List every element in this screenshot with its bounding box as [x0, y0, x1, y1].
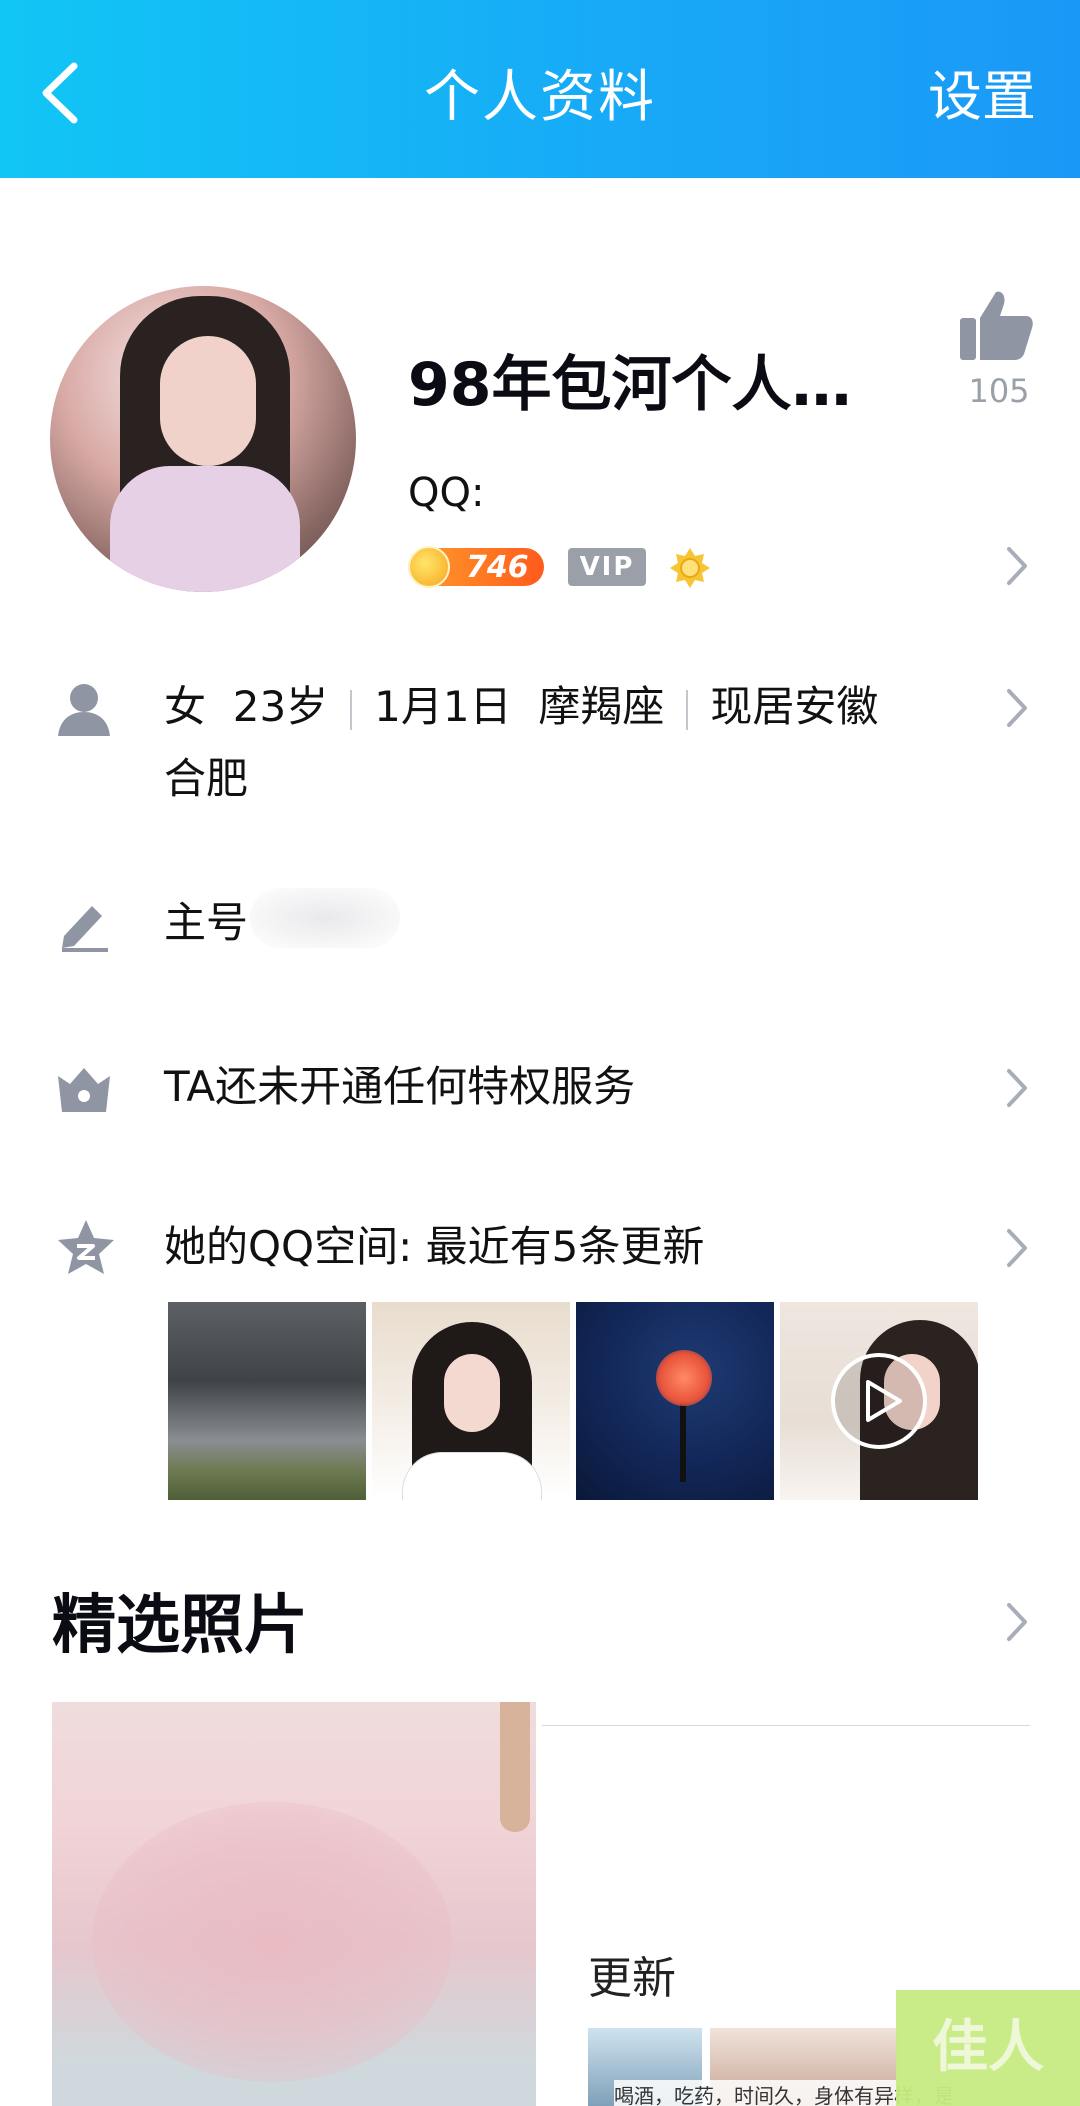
- zodiac-text: 摩羯座: [538, 682, 665, 731]
- title-bar: 个人资料 设置: [0, 0, 1080, 178]
- main-account-text: 主号: [164, 898, 249, 947]
- qzone-thumbnail[interactable]: [576, 1302, 774, 1500]
- qq-number-label: QQ:: [408, 470, 485, 516]
- like-count: 105: [968, 372, 1030, 410]
- qzone-thumbnails: [168, 1302, 978, 1500]
- thumbs-up-icon: [960, 291, 1033, 360]
- location-text: 现居安徽: [710, 682, 879, 731]
- age-text: 23岁: [232, 682, 329, 731]
- screenshot-top-bar: [542, 1702, 1030, 1726]
- coin-badge[interactable]: 746: [408, 546, 544, 588]
- coin-icon: [408, 546, 450, 588]
- featured-photo[interactable]: [52, 1702, 536, 2106]
- page-title: 个人资料: [424, 65, 656, 130]
- sun-level-icon[interactable]: [668, 546, 712, 590]
- blurred-account-value: [250, 888, 400, 948]
- coin-count: 746: [466, 550, 529, 585]
- chevron-right-icon[interactable]: [1004, 1066, 1030, 1110]
- chevron-right-icon[interactable]: [1004, 1600, 1030, 1644]
- play-icon: [831, 1353, 927, 1449]
- gender-text: 女: [164, 682, 207, 731]
- qzone-thumbnail[interactable]: [372, 1302, 570, 1500]
- qzone-link[interactable]: 她的QQ空间: 最近有5条更新: [164, 1212, 704, 1282]
- divider: [686, 689, 689, 730]
- vip-badge[interactable]: VIP: [568, 548, 646, 586]
- chevron-right-icon[interactable]: [1004, 1226, 1030, 1270]
- like-button[interactable]: [958, 288, 1034, 364]
- birthday-text: 1月1日: [374, 682, 512, 731]
- location-city-text: 合肥: [164, 754, 249, 803]
- avatar[interactable]: [50, 286, 356, 592]
- qzone-star-icon: [56, 1218, 114, 1274]
- privilege-text[interactable]: TA还未开通任何特权服务: [164, 1052, 635, 1122]
- qzone-video-thumbnail[interactable]: [780, 1302, 978, 1500]
- settings-button[interactable]: 设置: [928, 52, 1036, 131]
- person-icon: [56, 680, 112, 736]
- crown-icon: [56, 1060, 112, 1116]
- watermark-logo: 佳人: [896, 1990, 1080, 2106]
- featured-photos-title: 精选照片: [52, 1589, 308, 1663]
- qzone-thumbnail[interactable]: [168, 1302, 366, 1500]
- basic-info-line[interactable]: 女 23岁 1月1日 摩羯座 现居安徽: [164, 672, 878, 742]
- pencil-icon: [56, 896, 112, 952]
- nickname: 98年包河个人…: [408, 350, 852, 420]
- chevron-right-icon[interactable]: [1004, 686, 1030, 730]
- chevron-right-icon[interactable]: [1004, 544, 1030, 588]
- update-text: 更新: [588, 1953, 676, 2004]
- divider: [350, 689, 353, 730]
